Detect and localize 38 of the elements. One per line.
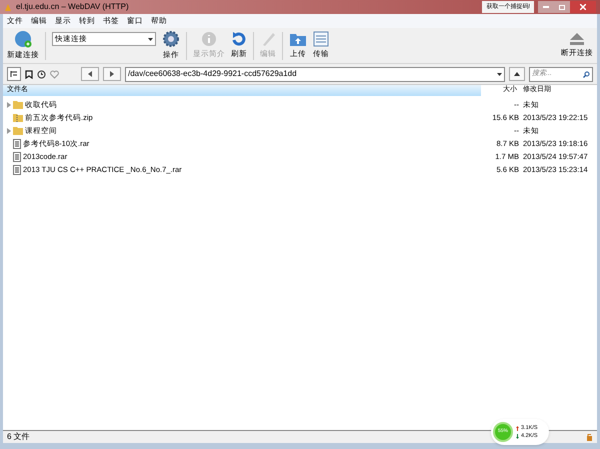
up-icon (514, 72, 520, 76)
expand-icon[interactable] (7, 128, 11, 134)
status-text: 6 文件 (7, 431, 30, 443)
bookmark-icon[interactable] (25, 70, 33, 78)
tree-icon (10, 70, 18, 78)
path-field[interactable]: /dav/cee60638-ec3b-4d29-9921-ccd57629a1dd (125, 66, 505, 82)
lock-icon (586, 433, 593, 441)
eject-icon (569, 32, 585, 46)
list-icon (313, 31, 329, 48)
down-arrow-icon (516, 434, 519, 438)
search-icon (583, 70, 590, 78)
forward-button[interactable] (103, 67, 121, 81)
pencil-icon (260, 31, 276, 48)
file-icon (13, 152, 21, 162)
dropdown-icon (497, 72, 502, 76)
expand-icon[interactable] (7, 102, 11, 108)
folder-icon (13, 126, 23, 135)
back-icon (88, 71, 92, 77)
gear-icon (162, 30, 180, 48)
outline-view-button[interactable] (7, 67, 21, 81)
clock-icon[interactable] (37, 70, 46, 78)
parent-folder-button[interactable] (509, 67, 525, 81)
folder-upload-icon (289, 31, 307, 48)
forward-icon (110, 71, 114, 77)
app-icon (4, 2, 12, 12)
dropdown-icon (148, 38, 153, 40)
up-arrow-icon (516, 426, 519, 430)
file-icon (13, 138, 21, 148)
globe-icon (14, 30, 32, 48)
close-button[interactable] (570, 1, 596, 13)
close-icon (580, 4, 586, 10)
window-title: el.tju.edu.cn – WebDAV (HTTP) (16, 1, 129, 13)
folder-icon (13, 100, 23, 109)
file-icon (13, 164, 21, 174)
back-button[interactable] (81, 67, 99, 81)
zip-folder-icon (13, 113, 23, 122)
refresh-icon (231, 31, 247, 48)
info-icon (201, 31, 217, 48)
